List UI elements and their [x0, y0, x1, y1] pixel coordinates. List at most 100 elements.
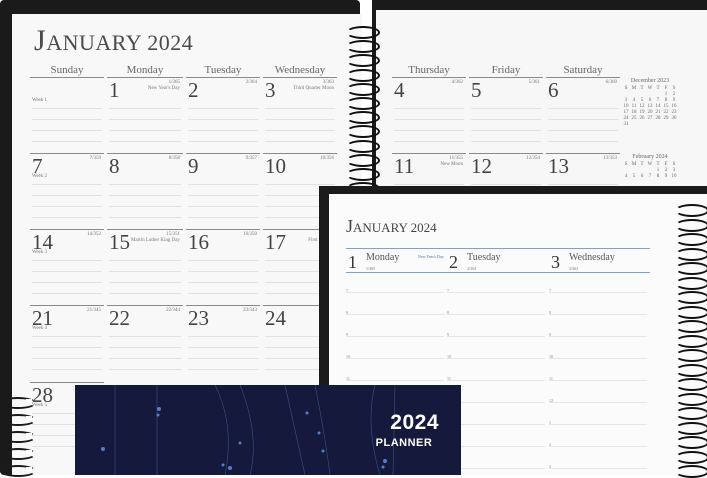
spiral-coil: [675, 262, 707, 275]
mini-day: 31: [623, 122, 629, 127]
day-note: New Year's Day: [147, 86, 180, 91]
day-header-friday: Friday: [491, 64, 521, 76]
hour-line: [447, 336, 545, 337]
mini-head: S: [624, 86, 628, 91]
hour-label: 10: [549, 354, 553, 359]
spiral-coil: [0, 448, 38, 460]
hour-label: 9: [346, 332, 348, 337]
mini-day: 24: [623, 116, 629, 121]
mini-calendar-december: December 2023 S M T W T F S 1 2 3 4 5 6 7 8 9 10 11 12 13 14…: [623, 78, 677, 127]
spiral-coil: [346, 82, 380, 96]
day-number: 11: [394, 154, 415, 178]
hour-line: [346, 336, 444, 337]
mini-day: 3: [672, 168, 676, 173]
hour-line: [447, 292, 545, 293]
spiral-coil: [346, 54, 380, 68]
mini-day: [622, 168, 630, 173]
day-of-year: 1/365: [366, 266, 376, 271]
mini-head: T: [640, 86, 644, 91]
mini-day: 22: [663, 110, 669, 115]
day-of-year: 3/363: [569, 266, 579, 271]
mini-day: 6: [648, 98, 652, 103]
hour-line: [549, 314, 647, 315]
mini-day: 10: [671, 174, 677, 179]
hour-label: 11: [346, 376, 350, 381]
spiral-coil: [346, 168, 380, 181]
day-note: Martin Luther King Day: [130, 238, 180, 243]
mini-day: [646, 122, 654, 127]
day-of-year: 23/343: [243, 308, 257, 313]
day-cell: 2 2/364: [186, 77, 260, 152]
day-number: 3: [551, 252, 560, 272]
day-number: 7: [32, 154, 43, 178]
hour-label: 9: [447, 332, 449, 337]
day-of-year: 5/361: [528, 80, 540, 85]
day-number: 1: [109, 78, 120, 102]
hour-line: [447, 402, 545, 403]
mini-day: 21: [655, 110, 661, 115]
weekly-day-header: 1 Monday 1/365 New Year's Day: [348, 250, 446, 274]
mini-day: 4: [624, 174, 628, 179]
mini-head: M: [631, 162, 637, 167]
spiral-coil: [675, 450, 707, 464]
hour-line: [549, 358, 647, 359]
mini-day: [662, 122, 670, 127]
hour-line: [447, 314, 545, 315]
hour-label: 11: [447, 376, 451, 381]
mini-day: 5: [640, 98, 644, 103]
spiral-coil: [346, 111, 380, 125]
day-note: Third Quarter Moon: [293, 86, 334, 91]
mini-head: T: [656, 86, 660, 91]
hour-line: [549, 336, 647, 337]
day-header-thursday: Thursday: [408, 64, 450, 76]
mini-day: 20: [647, 110, 653, 115]
spiral-coil: [675, 349, 707, 362]
hour-line: [346, 292, 444, 293]
spiral-coil: [346, 139, 380, 153]
day-cell: 14 14/352 Week 3: [30, 229, 104, 304]
spiral-coil: [0, 431, 38, 443]
day-number: 13: [548, 154, 569, 178]
day-of-year: 12/354: [526, 156, 540, 161]
mini-day: [638, 122, 646, 127]
spiral-coil: [675, 305, 707, 319]
week-label: Week 2: [32, 174, 48, 179]
day-of-year: 16/350: [243, 232, 257, 237]
weekly-day-header: 2 Tuesday 2/364: [449, 250, 547, 274]
day-of-year: 8/358: [168, 156, 180, 161]
mini-day: 5: [632, 174, 636, 179]
day-number: 22: [109, 306, 130, 330]
day-number: 5: [471, 78, 482, 102]
spiral-coil: [675, 378, 707, 391]
spiral-coil: [346, 153, 380, 167]
spiral-coil: [675, 392, 707, 406]
spiral-coil: [675, 363, 707, 377]
mini-day: 7: [648, 174, 652, 179]
weekly-day-header: 3 Wednesday 3/363: [551, 250, 649, 274]
spiral-coil: [346, 125, 380, 139]
mini-day: 29: [663, 116, 669, 121]
day-of-year: 2/364: [467, 266, 477, 271]
day-number: 12: [471, 154, 492, 178]
mini-day: [630, 168, 638, 173]
spiral-coil: [675, 233, 707, 246]
mini-day: 17: [623, 110, 629, 115]
hour-line: [549, 402, 647, 403]
day-number: 14: [32, 230, 53, 254]
blue-rule: [549, 248, 650, 249]
hour-label: 3: [549, 464, 551, 469]
day-header-tuesday: Tuesday: [204, 64, 242, 76]
hour-line: [549, 380, 647, 381]
small-planner-label: PLANNER: [375, 437, 433, 449]
mini-day: [630, 92, 638, 97]
hour-line: [447, 446, 545, 447]
hour-label: 8: [346, 310, 348, 315]
day-cell: 6 6/360: [546, 77, 620, 152]
day-cell: 3 3/363 Third Quarter Moon: [263, 77, 337, 152]
mini-head: W: [647, 162, 653, 167]
day-number: 24: [265, 306, 286, 330]
week-label: Week 1: [32, 98, 48, 103]
mini-day: 2: [672, 92, 676, 97]
holiday-label: New Year's Day: [418, 254, 444, 259]
hour-line: [549, 424, 647, 425]
